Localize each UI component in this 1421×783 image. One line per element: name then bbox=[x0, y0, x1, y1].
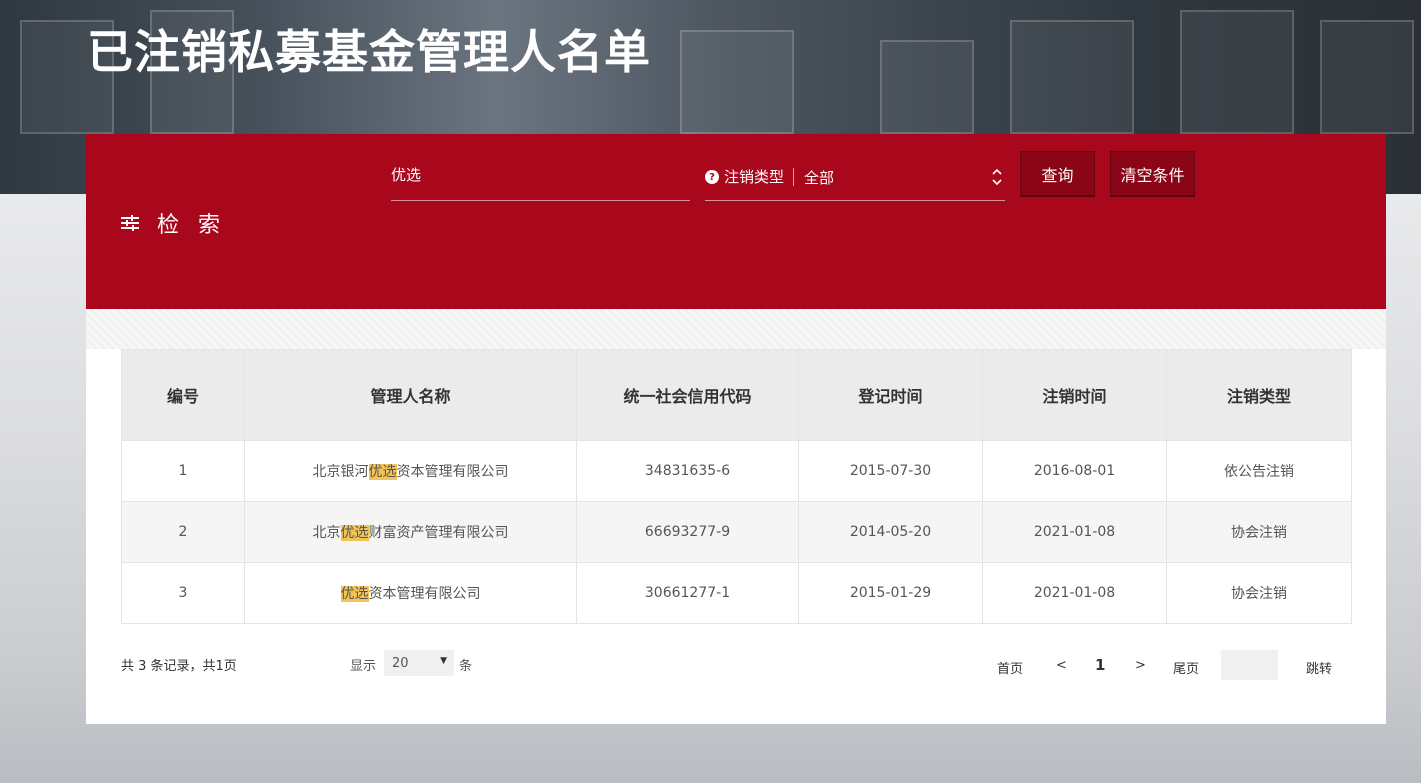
credit-code: 66693277-9 bbox=[576, 501, 799, 563]
cancel-type-label: 注销类型 bbox=[724, 168, 795, 186]
page-size-label: 显示 bbox=[350, 659, 377, 674]
table-row: 1 北京银河优选资本管理有限公司 34831635-6 2015-07-30 2… bbox=[121, 440, 1352, 502]
page-size-select[interactable]: 20 ▼ bbox=[384, 650, 454, 676]
search-section-title: 检 索 bbox=[119, 207, 226, 239]
search-title-label: 检 索 bbox=[157, 213, 226, 238]
name-prefix: 北京银河 bbox=[312, 464, 369, 480]
registration-date: 2014-05-20 bbox=[798, 501, 983, 563]
column-header: 编号 bbox=[121, 349, 245, 441]
results-card: 编号 管理人名称 统一社会信用代码 登记时间 注销时间 注销类型 1 北京银河优… bbox=[86, 309, 1386, 724]
name-prefix: 北京 bbox=[312, 525, 341, 541]
help-icon[interactable]: ? bbox=[705, 170, 719, 184]
row-number: 1 bbox=[121, 440, 245, 502]
cancel-type-select[interactable]: ? 注销类型 全部 bbox=[705, 154, 1005, 201]
filter-icon bbox=[121, 215, 139, 231]
credit-code: 30661277-1 bbox=[576, 562, 799, 624]
first-page-link[interactable]: 首页 bbox=[997, 658, 1023, 677]
cabinet-decoration bbox=[1180, 10, 1294, 134]
keyword-input[interactable] bbox=[391, 154, 690, 194]
jump-page-input[interactable] bbox=[1221, 650, 1278, 680]
next-page-link[interactable]: > bbox=[1135, 658, 1146, 673]
registration-date: 2015-07-30 bbox=[798, 440, 983, 502]
manager-name[interactable]: 优选资本管理有限公司 bbox=[244, 562, 577, 624]
row-number: 3 bbox=[121, 562, 245, 624]
row-number: 2 bbox=[121, 501, 245, 563]
table-row: 2 北京优选财富资产管理有限公司 66693277-9 2014-05-20 2… bbox=[121, 501, 1352, 563]
keyword-highlight: 优选 bbox=[368, 464, 397, 480]
cabinet-decoration bbox=[880, 40, 974, 134]
manager-name[interactable]: 北京优选财富资产管理有限公司 bbox=[244, 501, 577, 563]
cancellation-date: 2021-01-08 bbox=[982, 562, 1167, 624]
column-header: 注销时间 bbox=[982, 349, 1167, 441]
manager-name[interactable]: 北京银河优选资本管理有限公司 bbox=[244, 440, 577, 502]
cabinet-decoration bbox=[1320, 20, 1414, 134]
cancellation-type: 协会注销 bbox=[1166, 562, 1352, 624]
cabinet-decoration bbox=[1010, 20, 1134, 134]
prev-page-link[interactable]: < bbox=[1056, 658, 1067, 673]
credit-code: 34831635-6 bbox=[576, 440, 799, 502]
column-header: 登记时间 bbox=[798, 349, 983, 441]
record-count: 共 3 条记录，共1页 bbox=[121, 659, 237, 674]
cancellation-date: 2016-08-01 bbox=[982, 440, 1167, 502]
cabinet-decoration bbox=[680, 30, 794, 134]
page-title: 已注销私募基金管理人名单 bbox=[87, 25, 651, 79]
table-row: 3 优选资本管理有限公司 30661277-1 2015-01-29 2021-… bbox=[121, 562, 1352, 624]
search-panel: 检 索 ? 注销类型 全部 查询 清空条件 bbox=[86, 134, 1386, 309]
results-table: 编号 管理人名称 统一社会信用代码 登记时间 注销时间 注销类型 1 北京银河优… bbox=[121, 349, 1352, 624]
clear-button[interactable]: 清空条件 bbox=[1110, 151, 1195, 197]
name-suffix: 资本管理有限公司 bbox=[368, 586, 481, 602]
last-page-link[interactable]: 尾页 bbox=[1173, 658, 1199, 677]
page-size-value: 20 bbox=[392, 655, 409, 671]
column-header: 注销类型 bbox=[1166, 349, 1352, 441]
keyword-field bbox=[391, 154, 690, 201]
column-header: 统一社会信用代码 bbox=[576, 349, 799, 441]
current-page[interactable]: 1 bbox=[1095, 656, 1105, 674]
jump-button[interactable]: 跳转 bbox=[1306, 658, 1332, 677]
table-header-row: 编号 管理人名称 统一社会信用代码 登记时间 注销时间 注销类型 bbox=[121, 349, 1352, 441]
cancel-type-value: 全部 bbox=[804, 168, 835, 187]
query-button[interactable]: 查询 bbox=[1020, 151, 1095, 197]
column-header: 管理人名称 bbox=[244, 349, 577, 441]
keyword-highlight: 优选 bbox=[340, 525, 369, 541]
cancellation-type: 协会注销 bbox=[1166, 501, 1352, 563]
keyword-highlight: 优选 bbox=[340, 586, 369, 602]
cancellation-date: 2021-01-08 bbox=[982, 501, 1167, 563]
chevron-updown-icon bbox=[992, 168, 1002, 186]
registration-date: 2015-01-29 bbox=[798, 562, 983, 624]
name-suffix: 财富资产管理有限公司 bbox=[368, 525, 509, 541]
cancellation-type: 依公告注销 bbox=[1166, 440, 1352, 502]
card-pattern-strip bbox=[86, 309, 1386, 349]
name-suffix: 资本管理有限公司 bbox=[396, 464, 509, 480]
page-size-unit: 条 bbox=[459, 659, 473, 674]
caret-down-icon: ▼ bbox=[440, 656, 447, 666]
